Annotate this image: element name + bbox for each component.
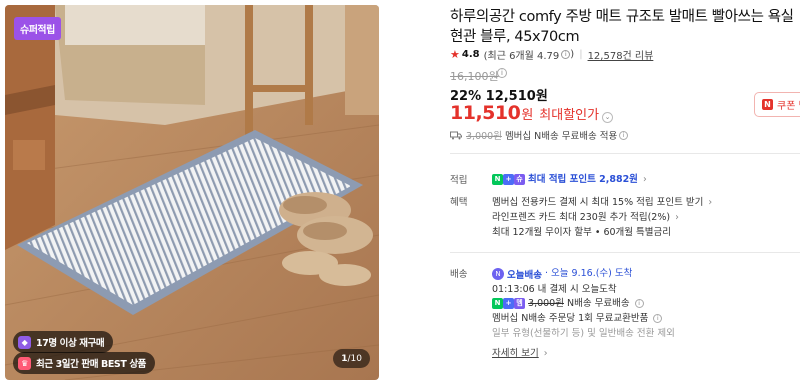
benefit-text-1: 멤버십 전용카드 결제 시 최대 15% 적립 포인트 받기 <box>492 197 704 208</box>
chevron-right-icon: › <box>543 348 548 359</box>
today-delivery-badge: N 오늘배송 <box>492 267 542 281</box>
max-discount-unit: 원 <box>521 108 534 123</box>
chevron-right-icon: › <box>675 212 679 223</box>
best-seller-pill: ♛ 최근 3일간 판매 BEST 상품 <box>13 352 156 374</box>
info-icon[interactable]: i <box>634 299 644 308</box>
star-icon: ★ <box>450 48 460 61</box>
more-details-text: 자세히 보기 <box>492 348 539 359</box>
divider: | <box>579 49 583 60</box>
free-exchange-text: 멤버십 N배송 주문당 1회 무료교환반품 <box>492 313 649 324</box>
naver-n-icon: N <box>492 298 503 309</box>
super-badge-icon: 슈 <box>514 174 525 185</box>
benefit-item[interactable]: 멤버십 전용카드 결제 시 최대 15% 적립 포인트 받기 › <box>492 194 712 208</box>
rating-score: 4.8 <box>461 49 480 60</box>
shipping-fee-strike: 3,000원 <box>528 298 564 309</box>
benefit-text-2: 라인프렌즈 카드 최대 230원 추가 적립(2%) <box>492 212 671 223</box>
earn-label: 적립 <box>450 175 468 186</box>
today-delivery-name: 오늘배송 <box>507 270 542 281</box>
original-price: 16,100원 <box>450 70 499 83</box>
earn-points-text: 최대 적립 포인트 2,882원 <box>528 174 638 185</box>
shipping-summary: 3,000원 멤버십 N배송 무료배송 적용 i <box>450 128 629 142</box>
shipping-fee-strike: 3,000원 <box>466 131 502 142</box>
naver-n-icon: N <box>492 174 503 185</box>
truck-icon <box>450 131 462 139</box>
today-delivery-row[interactable]: N 오늘배송 · 오늘 9.16.(수) 도착 <box>492 265 632 281</box>
order-deadline: 01:13:06 내 결제 시 오늘도착 <box>492 284 617 295</box>
plus-icon: + <box>503 298 514 309</box>
section-divider <box>450 252 800 253</box>
exclusion-note: 일부 유형(선물하기 등) 및 일반배송 전환 제외 <box>492 328 675 339</box>
trophy-icon: ♛ <box>18 356 31 370</box>
coupon-label: 쿠폰 받 <box>777 101 800 112</box>
membership-icon: 멤 <box>514 298 525 309</box>
repurchase-pill: ◆ 17명 이상 재구매 <box>13 331 114 353</box>
plus-icon: + <box>503 174 514 185</box>
chevron-right-icon: › <box>642 174 647 185</box>
max-discount-row[interactable]: 11,510 원 최대할인가 ⌄ <box>450 102 614 124</box>
product-photo <box>5 5 379 380</box>
benefit-item[interactable]: 라인프렌즈 카드 최대 230원 추가 적립(2%) › <box>492 209 679 223</box>
free-shipping-row: N + 멤 3,000원 N배송 무료배송 i <box>492 295 644 309</box>
section-divider <box>450 153 800 154</box>
repurchase-text: 17명 이상 재구매 <box>36 338 105 349</box>
rating-period-end: ) <box>570 49 575 60</box>
max-discount-price: 11,510 <box>450 102 521 124</box>
earn-points-link[interactable]: N + 슈 최대 적립 포인트 2,882원 › <box>492 171 647 185</box>
delivery-label: 배송 <box>450 269 468 280</box>
benefit-text-3: 최대 12개월 무이자 할부 • 60개월 특별금리 <box>492 227 671 238</box>
today-delivery-icon: N <box>492 268 504 280</box>
info-icon[interactable]: i <box>619 130 629 140</box>
review-count-link[interactable]: 12,578건 리뷰 <box>588 47 654 62</box>
benefit-label: 혜택 <box>450 197 468 208</box>
image-pager: 1 /10 <box>333 349 370 368</box>
shipping-free-text: 멤버십 N배송 무료배송 적용 <box>504 131 618 142</box>
rating-period: (최근 6개월 4.79 <box>483 51 560 62</box>
free-exchange-row: 멤버십 N배송 주문당 1회 무료교환반품 i <box>492 310 663 324</box>
pager-total: /10 <box>347 353 362 364</box>
chevron-right-icon: › <box>708 197 713 208</box>
info-icon[interactable]: i <box>653 314 663 323</box>
original-price-info-icon[interactable]: i <box>497 68 507 78</box>
info-icon[interactable]: i <box>561 50 571 59</box>
more-details-link[interactable]: 자세히 보기 › <box>492 345 548 359</box>
best-seller-text: 최근 3일간 판매 BEST 상품 <box>36 359 147 370</box>
benefit-item[interactable]: 최대 12개월 무이자 할부 • 60개월 특별금리 <box>492 224 671 238</box>
max-discount-label: 최대할인가 <box>539 108 600 123</box>
today-delivery-date: · 오늘 9.16.(수) 도착 <box>545 268 633 279</box>
naver-n-icon: N <box>762 99 773 110</box>
chevron-down-icon[interactable]: ⌄ <box>602 112 614 123</box>
free-shipping-text: N배송 무료배송 <box>567 298 630 309</box>
product-title: 하루의공간 comfy 주방 매트 규조토 발매트 빨아쓰는 욕실 현관 블루,… <box>450 9 794 45</box>
product-image-gallery[interactable]: 슈퍼적립 ◆ 17명 이상 재구매 ♛ 최근 3일간 판매 BEST 상품 1 … <box>5 5 379 380</box>
bag-icon: ◆ <box>18 335 31 349</box>
super-earn-badge: 슈퍼적립 <box>14 17 61 40</box>
coupon-button[interactable]: N 쿠폰 받 <box>754 92 800 117</box>
rating-row: ★ 4.8 (최근 6개월 4.79 i ) | 12,578건 리뷰 <box>450 47 653 62</box>
